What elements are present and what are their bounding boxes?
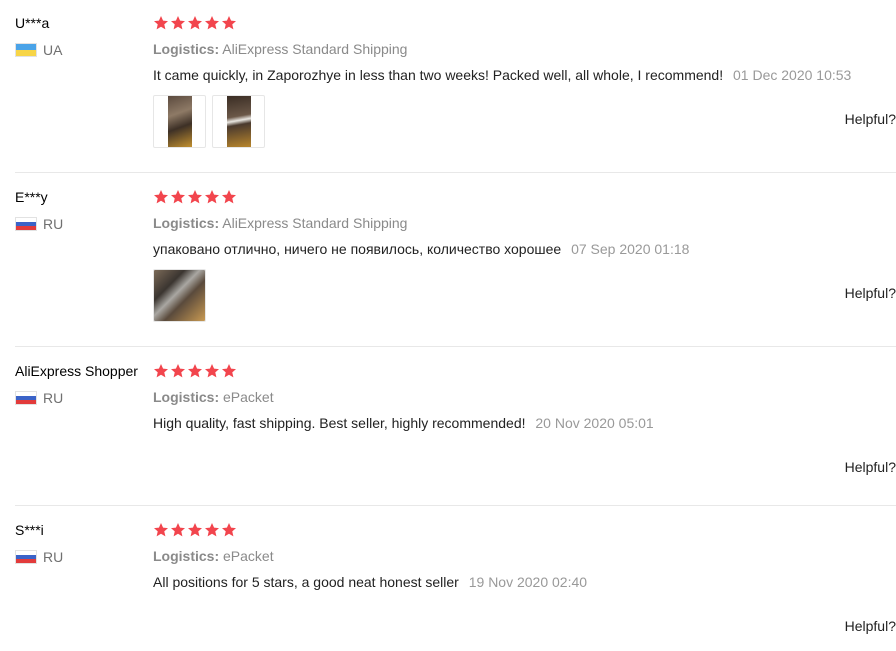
logistics-label: Logistics: bbox=[153, 548, 220, 564]
helpful-link[interactable]: Helpful? bbox=[845, 285, 896, 301]
review-text: All positions for 5 stars, a good neat h… bbox=[153, 574, 459, 590]
logistics-info: Logistics: AliExpress Standard Shipping bbox=[153, 214, 896, 232]
star-icon bbox=[221, 363, 237, 379]
review-text: упаковано отлично, ничего не появилось, … bbox=[153, 241, 562, 257]
logistics-info: Logistics: AliExpress Standard Shipping bbox=[153, 40, 896, 58]
review-text: It came quickly, in Zaporozhye in less t… bbox=[153, 67, 724, 83]
review-item: S***i RU Logistics: ePacket All position… bbox=[15, 521, 896, 651]
review-text-row: High quality, fast shipping. Best seller… bbox=[153, 414, 896, 432]
helpful-link[interactable]: Helpful? bbox=[845, 618, 896, 634]
star-icon bbox=[204, 189, 220, 205]
reviewer-name: U***a bbox=[15, 15, 50, 31]
review-photo-thumbnail[interactable] bbox=[153, 269, 206, 322]
review-date: 07 Sep 2020 01:18 bbox=[571, 241, 690, 257]
logistics-label: Logistics: bbox=[153, 41, 220, 57]
review-content: Logistics: AliExpress Standard Shipping … bbox=[153, 188, 896, 322]
star-rating bbox=[153, 188, 896, 206]
star-icon bbox=[153, 15, 169, 31]
review-item: E***y RU Logistics: AliExpress Standard … bbox=[15, 188, 896, 347]
reviewer-country: UA bbox=[15, 42, 151, 58]
star-icon bbox=[187, 189, 203, 205]
review-text-row: It came quickly, in Zaporozhye in less t… bbox=[153, 66, 896, 84]
review-photo-thumbnail[interactable] bbox=[153, 95, 206, 148]
review-item: AliExpress Shopper RU Logistics: ePacket… bbox=[15, 362, 896, 506]
reviewer-country: RU bbox=[15, 549, 151, 565]
star-icon bbox=[170, 363, 186, 379]
star-icon bbox=[187, 363, 203, 379]
reviewer-name: E***y bbox=[15, 189, 48, 205]
review-date: 19 Nov 2020 02:40 bbox=[468, 574, 588, 590]
review-date: 20 Nov 2020 05:01 bbox=[535, 415, 654, 431]
star-icon bbox=[170, 522, 186, 538]
reviewer-info: E***y RU bbox=[15, 188, 151, 232]
star-icon bbox=[170, 15, 186, 31]
star-icon bbox=[204, 522, 220, 538]
star-icon bbox=[221, 189, 237, 205]
russia-flag-icon bbox=[15, 550, 37, 564]
logistics-label: Logistics: bbox=[153, 215, 220, 231]
star-rating bbox=[153, 521, 896, 539]
review-text: High quality, fast shipping. Best seller… bbox=[153, 415, 526, 431]
star-icon bbox=[221, 522, 237, 538]
review-photo-thumbnail[interactable] bbox=[212, 95, 265, 148]
russia-flag-icon bbox=[15, 391, 37, 405]
country-code: RU bbox=[43, 390, 64, 406]
star-icon bbox=[153, 363, 169, 379]
review-photos bbox=[153, 269, 896, 322]
ukraine-flag-icon bbox=[15, 43, 37, 57]
review-text-row: All positions for 5 stars, a good neat h… bbox=[153, 573, 896, 591]
review-date: 01 Dec 2020 10:53 bbox=[733, 67, 852, 83]
star-icon bbox=[204, 363, 220, 379]
russia-flag-icon bbox=[15, 217, 37, 231]
logistics-value: AliExpress Standard Shipping bbox=[222, 215, 408, 231]
country-code: RU bbox=[43, 549, 64, 565]
review-content: Logistics: ePacket High quality, fast sh… bbox=[153, 362, 896, 432]
helpful-link[interactable]: Helpful? bbox=[845, 111, 896, 127]
reviewer-country: RU bbox=[15, 390, 151, 406]
logistics-info: Logistics: ePacket bbox=[153, 388, 896, 406]
logistics-value: AliExpress Standard Shipping bbox=[222, 41, 408, 57]
star-icon bbox=[170, 189, 186, 205]
logistics-label: Logistics: bbox=[153, 389, 220, 405]
review-content: Logistics: AliExpress Standard Shipping … bbox=[153, 14, 896, 148]
star-icon bbox=[204, 15, 220, 31]
reviewer-info: AliExpress Shopper RU bbox=[15, 362, 151, 406]
review-content: Logistics: ePacket All positions for 5 s… bbox=[153, 521, 896, 591]
star-icon bbox=[153, 189, 169, 205]
star-icon bbox=[221, 15, 237, 31]
reviewer-name: AliExpress Shopper bbox=[15, 363, 138, 379]
star-icon bbox=[187, 15, 203, 31]
reviewer-name: S***i bbox=[15, 522, 44, 538]
logistics-info: Logistics: ePacket bbox=[153, 547, 896, 565]
helpful-link[interactable]: Helpful? bbox=[845, 459, 896, 475]
star-rating bbox=[153, 362, 896, 380]
star-icon bbox=[187, 522, 203, 538]
reviewer-info: S***i RU bbox=[15, 521, 151, 565]
review-photos bbox=[153, 95, 896, 148]
review-item: U***a UA Logistics: AliExpress Standard … bbox=[15, 14, 896, 173]
logistics-value: ePacket bbox=[223, 389, 274, 405]
review-text-row: упаковано отлично, ничего не появилось, … bbox=[153, 240, 896, 258]
reviewer-info: U***a UA bbox=[15, 14, 151, 58]
star-rating bbox=[153, 14, 896, 32]
country-code: RU bbox=[43, 216, 64, 232]
country-code: UA bbox=[43, 42, 63, 58]
star-icon bbox=[153, 522, 169, 538]
logistics-value: ePacket bbox=[223, 548, 274, 564]
reviewer-country: RU bbox=[15, 216, 151, 232]
